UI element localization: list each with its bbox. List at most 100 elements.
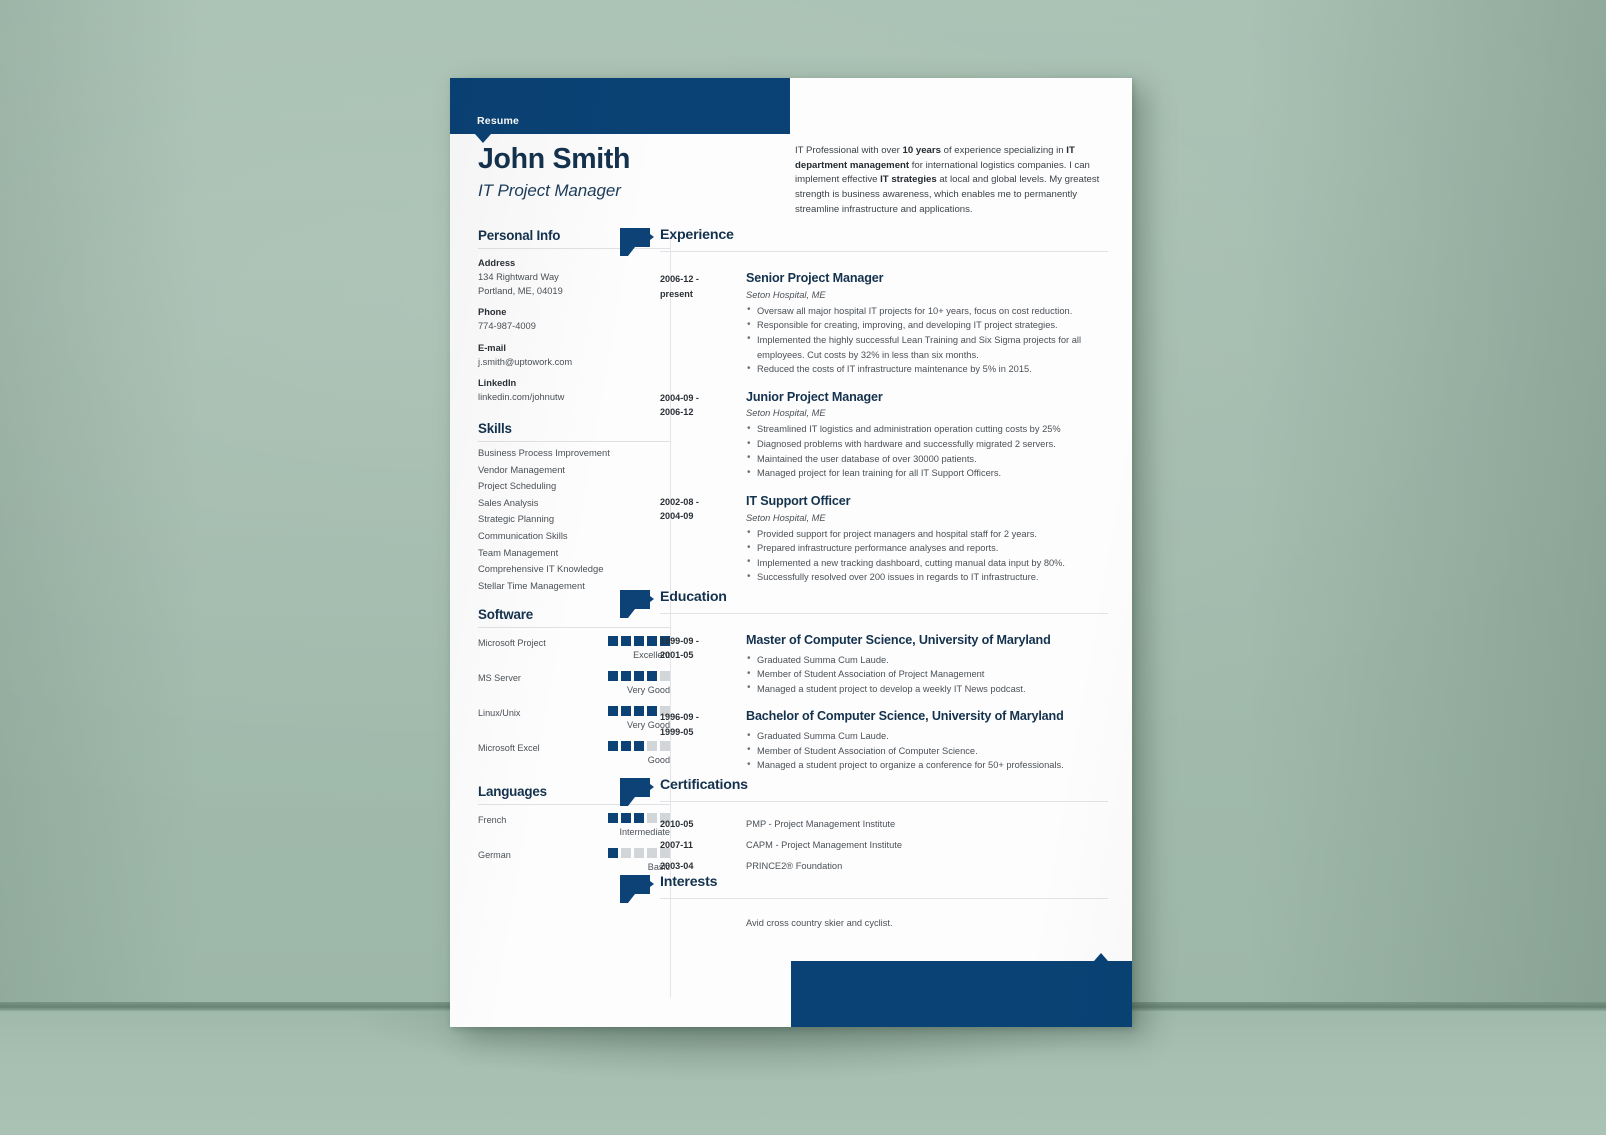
section-header-experience: Experience [620, 227, 1108, 258]
skill-item: Strategic Planning [478, 513, 555, 525]
entry-title: Senior Project Manager [746, 271, 884, 285]
entry-date-range: 2002-08 -2004-09 [660, 496, 699, 522]
entry-bullet: Managed a student project to develop a w… [746, 681, 1108, 697]
section-interests: Interests Avid cross country skier and c… [620, 874, 1108, 928]
entry-bullet-list: Graduated Summa Cum Laude.Member of Stud… [746, 729, 1108, 773]
footer-notch-icon [1094, 953, 1108, 961]
entry-organization: Seton Hospital, ME [746, 289, 826, 300]
rating-box-filled [608, 847, 618, 858]
rating-box-filled [634, 670, 644, 681]
personal-info-label: LinkedIn [478, 378, 517, 388]
language-row-label: German [478, 849, 511, 860]
entry-organization: Seton Hospital, ME [746, 408, 826, 419]
section-title-education: Education [660, 588, 727, 605]
skill-item: Vendor Management [478, 463, 566, 475]
entry-bullet: Graduated Summa Cum Laude. [746, 652, 1108, 668]
flag-icon [620, 777, 654, 797]
section-header-education: Education [620, 588, 1108, 620]
flag-tail-icon [620, 247, 635, 256]
entry-date-range: 2004-09 -2006-12 [660, 392, 699, 418]
certification-entries: 2010-05 PMP - Project Management Institut… [660, 819, 1108, 871]
rating-box-filled [621, 635, 631, 646]
entry-bullet: Diagnosed problems with hardware and suc… [746, 437, 1108, 452]
entry-bullet: Graduated Summa Cum Laude. [746, 729, 1108, 744]
flag-tail-icon [620, 796, 635, 806]
summary-emphasis: IT strategies [880, 174, 937, 186]
skill-item: Comprehensive IT Knowledge [478, 563, 604, 575]
experience-entries: 2006-12 - present Senior Project Manager Se… [660, 271, 1108, 585]
skill-item: Stellar Time Management [478, 579, 585, 591]
flag-icon [620, 589, 654, 609]
skill-item: Sales Analysis [478, 496, 539, 508]
personal-info-label: E-mail [478, 342, 506, 353]
rating-box-filled [608, 740, 618, 751]
certification-name: CAPM - Project Management Institute [746, 839, 903, 850]
section-rule [660, 800, 1108, 802]
rating-box-filled [634, 740, 644, 751]
entry-bullet-list: Oversaw all major hospital IT projects f… [746, 303, 1108, 377]
personal-info-label: Phone [478, 307, 507, 317]
entry-organization: Seton Hospital, ME [746, 512, 826, 523]
candidate-job-title: IT Project Manager [478, 181, 621, 201]
banner-notch-icon [475, 134, 491, 143]
footer-banner [791, 953, 1132, 1027]
section-rule [660, 897, 1108, 899]
entry-bullet: Implemented the highly successful Lean T… [746, 332, 1108, 362]
rating-box-empty [647, 740, 657, 751]
entry-bullet: Oversaw all major hospital IT projects f… [746, 303, 1108, 319]
rating-box-empty [647, 847, 657, 858]
rating-box-filled [647, 635, 657, 646]
certification-name: PMP - Project Management Institute [746, 818, 896, 829]
entry-date-range: 2006-12 - present [660, 274, 699, 299]
rating-box-empty [634, 847, 644, 858]
interests-text: Avid cross country skier and cyclist. [746, 917, 893, 928]
timeline-entry: 1999-09 -2001-05 Master of Computer Scien… [660, 633, 1108, 697]
rating-box-filled [634, 705, 644, 716]
entry-bullet-list: Provided support for project managers an… [746, 526, 1108, 585]
resume-document: Resume John Smith IT Project Manager IT … [450, 78, 1132, 1027]
section-title-skills: Skills [478, 420, 512, 436]
summary-emphasis: 10 years [902, 145, 941, 156]
section-rule [660, 251, 1108, 252]
entry-bullet: Successfully resolved over 200 issues in… [746, 570, 1108, 585]
entry-title: Junior Project Manager [746, 389, 883, 404]
name-block: John Smith IT Project Manager [478, 143, 778, 201]
candidate-name: John Smith [478, 143, 631, 175]
software-row: Microsoft Project Excellent [478, 628, 670, 663]
section-experience: Experience 2006-12 - present Senior Projec… [620, 227, 1108, 585]
professional-summary: IT Professional with over 10 years of ex… [795, 144, 1103, 218]
language-row: German Basic [478, 840, 670, 875]
entry-bullet: Maintained the user database of over 300… [746, 451, 1108, 467]
main-column: Experience 2006-12 - present Senior Projec… [620, 227, 1108, 932]
rating-box-filled [608, 812, 618, 823]
summary-text: IT Professional with over [795, 145, 903, 156]
certification-row: 2010-05 PMP - Project Management Institut… [660, 819, 1108, 829]
rating-box-filled [621, 670, 631, 681]
language-row-label: French [478, 814, 507, 825]
language-row: French Intermediate [478, 805, 670, 840]
personal-info-label: Address [478, 258, 516, 268]
entry-bullet: Member of Student Association of Compute… [746, 743, 1108, 759]
document-drop-shadow [330, 1011, 1230, 1135]
timeline-entry: 2006-12 - present Senior Project Manager Se… [660, 271, 1108, 377]
personal-info-value: linkedin.com/johnutw [478, 392, 565, 402]
skill-item: Project Scheduling [478, 480, 557, 492]
skill-item: Team Management [478, 546, 559, 558]
rating-box-filled [608, 635, 618, 646]
flag-icon [620, 228, 654, 247]
software-row: MS Server Very Good [478, 663, 670, 698]
certification-name: PRINCE2® Foundation [746, 860, 843, 871]
flag-tail-icon [620, 893, 635, 903]
software-row-label: MS Server [478, 672, 521, 683]
timeline-entry: 2004-09 -2006-12 Junior Project Manager Se… [660, 390, 1108, 481]
section-header-interests: Interests [620, 874, 1108, 905]
entry-bullet-list: Streamlined IT logistics and administrat… [746, 422, 1108, 480]
summary-text: of experience specializing in [940, 145, 1067, 156]
rating-box-filled [608, 670, 618, 681]
entry-bullet: Provided support for project managers an… [746, 526, 1108, 542]
certification-date: 2007-11 [660, 839, 693, 850]
section-personal-info: Personal Info Address 134 Rightward Way Po… [478, 228, 670, 405]
personal-info-value: j.smith@uptowork.com [478, 356, 573, 367]
section-education: Education 1999-09 -2001-05 Master of Comp… [620, 588, 1108, 773]
rating-box-filled [634, 812, 644, 823]
